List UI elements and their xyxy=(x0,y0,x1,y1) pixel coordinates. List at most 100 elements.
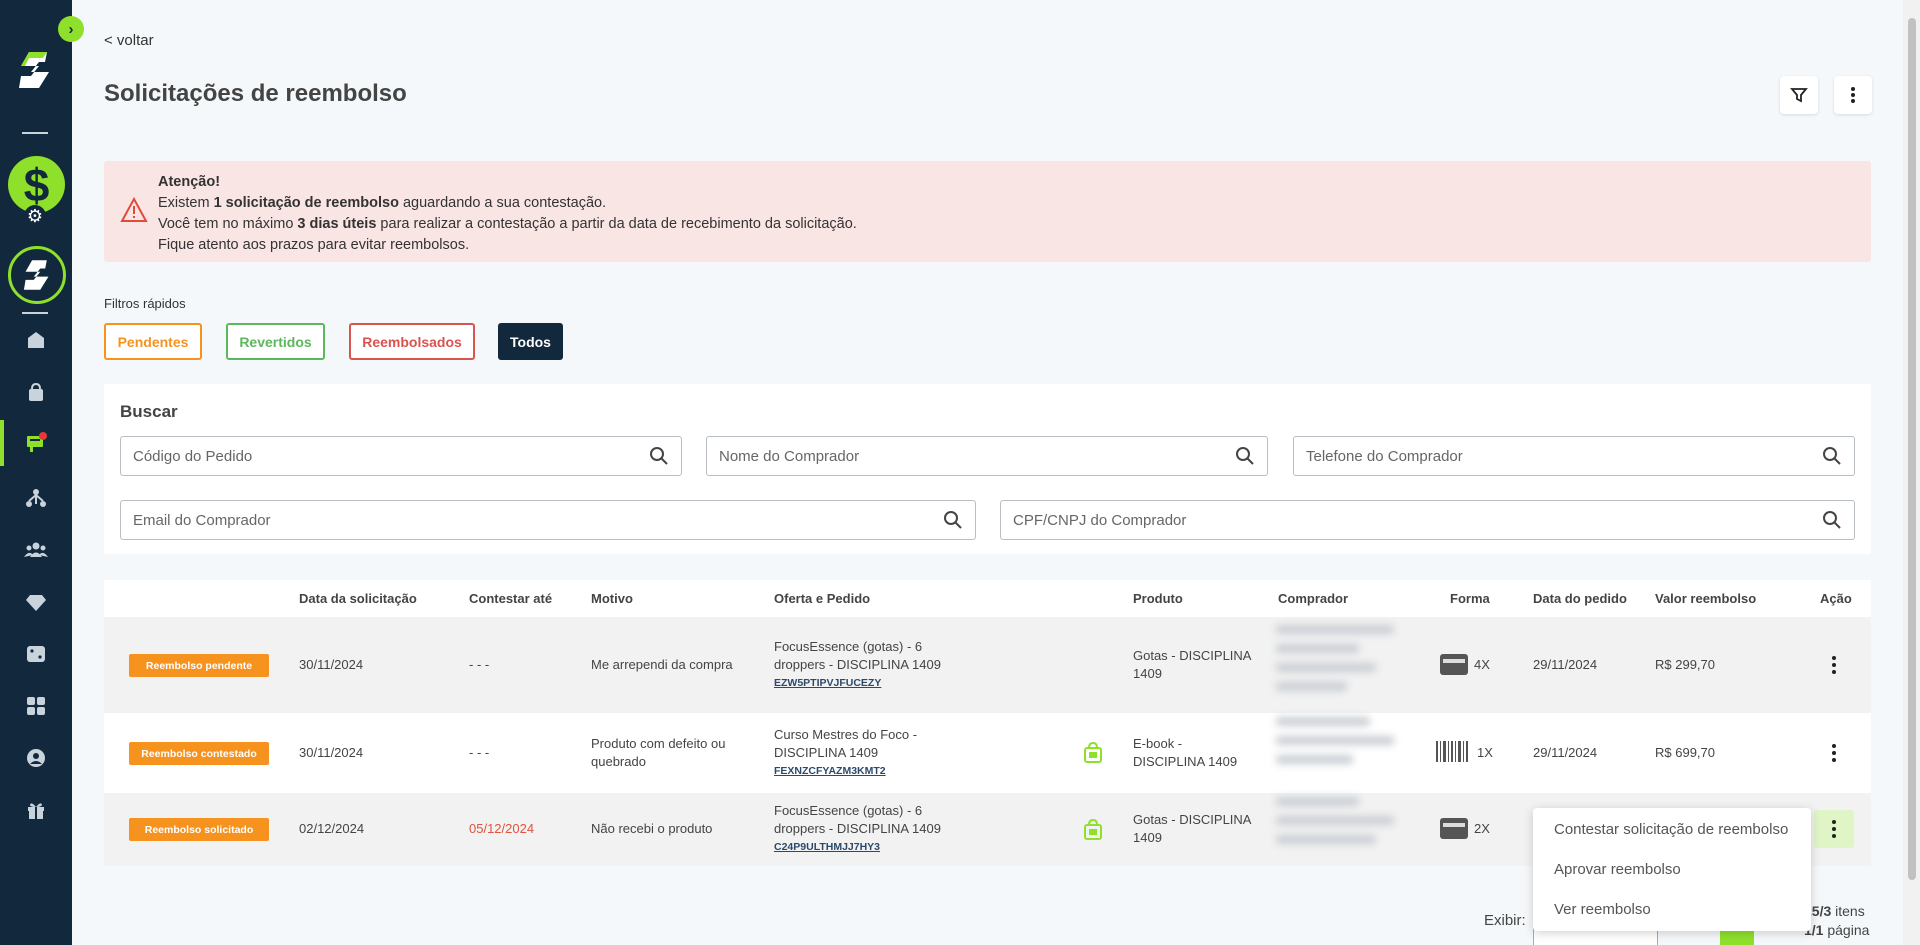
col-header-date: Data da solicitação xyxy=(299,591,417,606)
contest-until: - - - xyxy=(469,657,490,672)
network-icon[interactable] xyxy=(20,482,52,514)
page-scrollbar[interactable] xyxy=(1903,0,1920,945)
installments: 2X xyxy=(1474,821,1490,836)
installments: 4X xyxy=(1474,657,1490,672)
home-icon[interactable] xyxy=(20,324,52,356)
alert-text: Fique atento aos prazos para evitar reem… xyxy=(158,237,470,253)
order-code-link[interactable]: FEXNZCFYAZM3KMT2 xyxy=(774,762,934,780)
logo-icon[interactable] xyxy=(17,48,53,92)
order-date: 29/11/2024 xyxy=(1533,657,1598,672)
menu-item-contest[interactable]: Contestar solicitação de reembolso xyxy=(1554,821,1788,838)
sidebar: › $ ⚙ xyxy=(0,0,84,945)
bag-icon[interactable] xyxy=(20,376,52,408)
logo-ring-icon[interactable] xyxy=(8,246,66,304)
order-code-input[interactable]: Código do Pedido xyxy=(120,436,682,476)
buyer-name-placeholder: Nome do Comprador xyxy=(719,447,860,465)
active-indicator xyxy=(0,420,4,466)
pages-count: 1/1 página xyxy=(1804,922,1869,938)
users-icon[interactable] xyxy=(20,534,52,566)
reason: Não recebi o produto xyxy=(591,821,713,836)
credit-card-icon xyxy=(1440,818,1468,839)
offer-name: FocusEssence (gotas) - 6 droppers - DISC… xyxy=(774,803,941,836)
offer: FocusEssence (gotas) - 6 droppers - DISC… xyxy=(774,638,974,692)
barcode-icon xyxy=(1436,741,1468,762)
filter-pending-button[interactable]: Pendentes xyxy=(104,323,202,360)
row-actions-menu: Contestar solicitação de reembolso Aprov… xyxy=(1533,808,1811,931)
filter-reverted-button[interactable]: Revertidos xyxy=(226,323,325,360)
back-link[interactable]: < voltar xyxy=(104,32,154,49)
quick-filters-label: Filtros rápidos xyxy=(104,296,186,311)
buyer-name-input[interactable]: Nome do Comprador xyxy=(706,436,1268,476)
dice-icon[interactable] xyxy=(20,638,52,670)
product: Gotas - DISCIPLINA 1409 xyxy=(1133,648,1251,681)
menu-item-view[interactable]: Ver reembolso xyxy=(1554,901,1651,918)
refund-icon[interactable] xyxy=(20,427,52,459)
items-count: 25/3 itens xyxy=(1804,903,1865,919)
sidebar-divider xyxy=(22,132,48,134)
col-header-reason: Motivo xyxy=(591,591,633,606)
buyer-document-placeholder: CPF/CNPJ do Comprador xyxy=(1013,511,1187,529)
filter-refunded-button[interactable]: Reembolsados xyxy=(349,323,475,360)
col-header-offer: Oferta e Pedido xyxy=(774,591,871,606)
shopping-bag-icon xyxy=(1084,818,1102,840)
scrollbar-thumb[interactable] xyxy=(1908,18,1916,880)
alert-text-bold: 3 dias úteis xyxy=(297,216,377,232)
attention-alert: Atenção! Existem 1 solicitação de reembo… xyxy=(104,161,1871,262)
gift-icon[interactable] xyxy=(20,794,52,826)
status-badge: Reembolso pendente xyxy=(129,654,269,677)
filter-button[interactable] xyxy=(1780,76,1818,114)
refund-amount: R$ 299,70 xyxy=(1655,657,1715,672)
row-actions-button[interactable] xyxy=(1822,650,1846,680)
diamond-icon[interactable] xyxy=(20,586,52,618)
alert-text: Você tem no máximo xyxy=(158,216,298,232)
more-options-button[interactable] xyxy=(1834,76,1872,114)
chevron-right-icon[interactable]: › xyxy=(58,16,84,42)
table-row[interactable]: Reembolso contestado 30/11/2024 - - - Pr… xyxy=(104,713,1871,793)
buyer-document-input[interactable]: CPF/CNPJ do Comprador xyxy=(1000,500,1855,540)
search-icon[interactable] xyxy=(649,446,669,466)
order-code-link[interactable]: EZW5PTIPVJFUCEZY xyxy=(774,674,974,692)
alert-text-bold: 1 solicitação de reembolso xyxy=(213,195,399,211)
refund-amount: R$ 699,70 xyxy=(1655,745,1715,760)
reason: Me arrependi da compra xyxy=(591,657,733,672)
offer: FocusEssence (gotas) - 6 droppers - DISC… xyxy=(774,802,974,856)
status-badge: Reembolso solicitado xyxy=(129,818,269,841)
search-icon[interactable] xyxy=(1822,510,1842,530)
table-row[interactable]: Reembolso pendente 30/11/2024 - - - Me a… xyxy=(104,617,1871,713)
col-header-method: Forma xyxy=(1450,591,1490,606)
row-actions-button[interactable] xyxy=(1822,738,1846,768)
alert-text: Existem xyxy=(158,195,214,211)
search-icon[interactable] xyxy=(1822,446,1842,466)
product: Gotas - DISCIPLINA 1409 xyxy=(1133,812,1251,845)
row-actions-button[interactable] xyxy=(1814,810,1854,848)
filter-all-button[interactable]: Todos xyxy=(498,323,563,360)
request-date: 30/11/2024 xyxy=(299,745,364,760)
buyer-email-input[interactable]: Email do Comprador xyxy=(120,500,976,540)
buyer-phone-placeholder: Telefone do Comprador xyxy=(1306,447,1463,465)
kebab-icon xyxy=(1851,87,1855,103)
gear-icon[interactable]: ⚙ xyxy=(24,205,46,227)
buyer-info-blurred xyxy=(1276,797,1394,854)
menu-item-approve[interactable]: Aprovar reembolso xyxy=(1554,861,1681,878)
status-badge: Reembolso contestado xyxy=(129,742,269,765)
apps-icon[interactable] xyxy=(20,690,52,722)
page-title: Solicitações de reembolso xyxy=(104,80,407,107)
items-count-label: itens xyxy=(1831,903,1865,919)
order-code-placeholder: Código do Pedido xyxy=(133,447,253,465)
sidebar-divider xyxy=(22,312,48,314)
buyer-info-blurred xyxy=(1276,717,1394,774)
buyer-info-blurred xyxy=(1276,625,1394,701)
col-header-action: Ação xyxy=(1820,591,1852,606)
buyer-email-placeholder: Email do Comprador xyxy=(133,511,271,529)
installments: 1X xyxy=(1477,745,1493,760)
contest-until: - - - xyxy=(469,745,490,760)
search-title: Buscar xyxy=(120,402,178,421)
order-code-link[interactable]: C24P9ULTHMJJ7HY3 xyxy=(774,838,974,856)
profile-icon[interactable] xyxy=(20,742,52,774)
buyer-phone-input[interactable]: Telefone do Comprador xyxy=(1293,436,1855,476)
search-icon[interactable] xyxy=(943,510,963,530)
col-header-buyer: Comprador xyxy=(1278,591,1349,606)
search-icon[interactable] xyxy=(1235,446,1255,466)
shopping-bag-icon xyxy=(1084,741,1102,763)
filter-icon xyxy=(1790,88,1808,103)
